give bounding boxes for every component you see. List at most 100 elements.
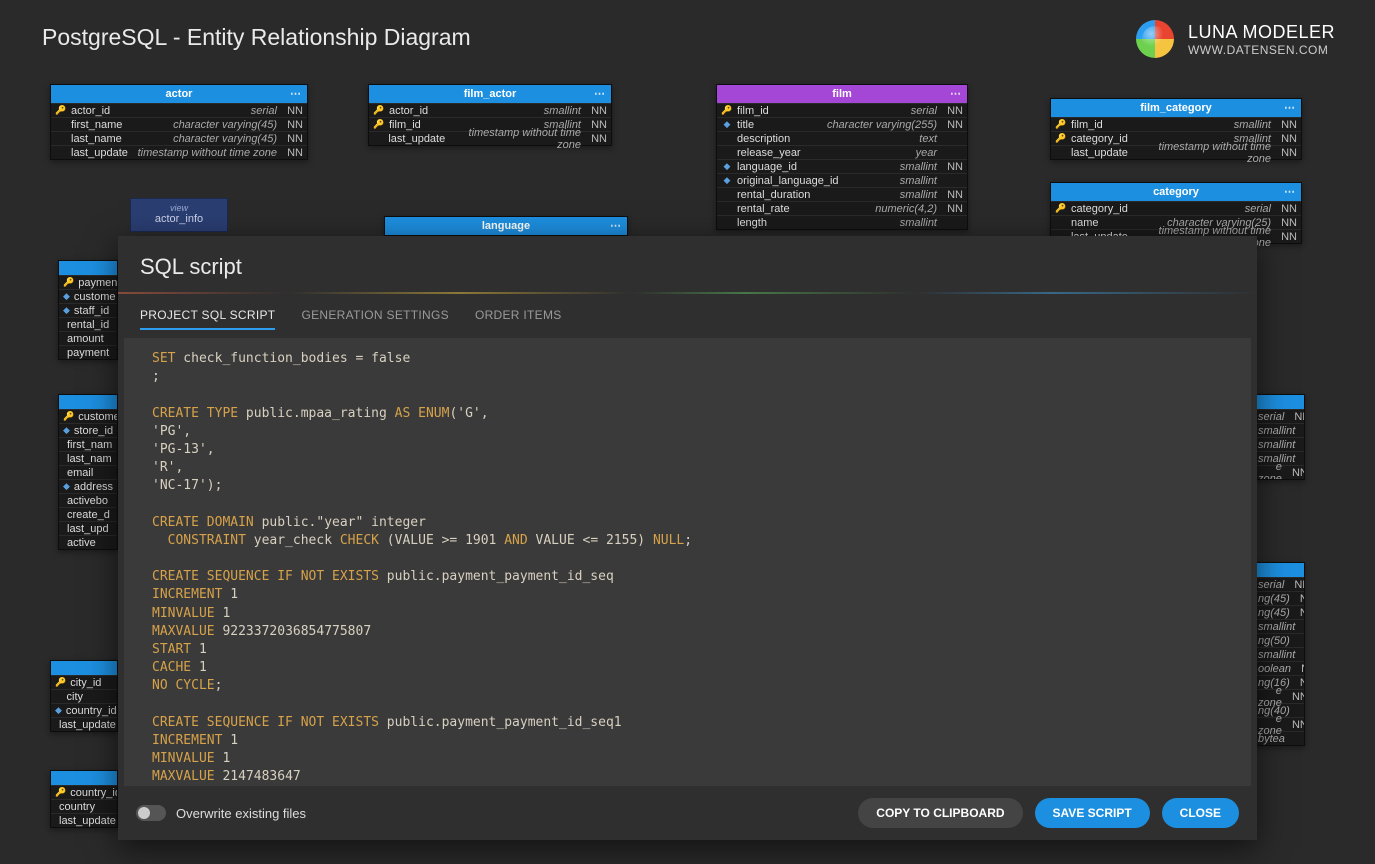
column-notnull: NN	[1299, 663, 1305, 675]
view-actor-info[interactable]: view actor_info	[130, 198, 228, 232]
table-row[interactable]: first_nam	[59, 437, 117, 451]
table-row[interactable]: activebo	[59, 493, 117, 507]
tab-generation-settings[interactable]: GENERATION SETTINGS	[301, 302, 449, 330]
sql-script-modal: SQL script PROJECT SQL SCRIPT GENERATION…	[118, 236, 1257, 840]
column-name: category_id	[1071, 203, 1128, 215]
copy-to-clipboard-button[interactable]: COPY TO CLIPBOARD	[858, 798, 1022, 828]
entity-country-partial[interactable]: 🔑country_idcountrylast_update	[50, 770, 118, 828]
tab-order-items[interactable]: ORDER ITEMS	[475, 302, 562, 330]
entity-header[interactable]: actor⋯	[51, 85, 307, 103]
table-row[interactable]: last_upd	[59, 521, 117, 535]
table-row[interactable]: ◆address	[59, 479, 117, 493]
column-type: smallint	[814, 189, 941, 201]
table-row[interactable]: payment	[59, 345, 117, 359]
table-row[interactable]: 🔑country_id	[51, 785, 117, 799]
table-row[interactable]: active	[59, 535, 117, 549]
entity-header[interactable]	[51, 661, 117, 675]
column-name: first_name	[71, 119, 122, 131]
table-row[interactable]: 🔑custome	[59, 409, 117, 423]
table-row[interactable]: ◆store_id	[59, 423, 117, 437]
table-row[interactable]: first_namecharacter varying(45)NN	[51, 117, 307, 131]
table-row[interactable]: 🔑city_id	[51, 675, 117, 689]
close-button[interactable]: CLOSE	[1162, 798, 1239, 828]
column-type: smallint	[801, 161, 941, 173]
table-row[interactable]: rental_ratenumeric(4,2)NN	[717, 201, 967, 215]
entity-header[interactable]	[59, 395, 117, 409]
table-row[interactable]: last_update	[51, 717, 117, 731]
table-row[interactable]: last_updatetimestamp without time zoneNN	[369, 131, 611, 145]
table-row[interactable]: 🔑actor_idsmallintNN	[369, 103, 611, 117]
table-row[interactable]: ◆language_idsmallintNN	[717, 159, 967, 173]
column-name: city	[67, 691, 84, 703]
entity-film-actor[interactable]: film_actor⋯ 🔑actor_idsmallintNN🔑film_ids…	[368, 84, 612, 146]
entity-header[interactable]	[59, 261, 117, 275]
table-row[interactable]: last_updatetimestamp without time zoneNN	[1051, 145, 1301, 159]
table-row[interactable]: country	[51, 799, 117, 813]
entity-customer-partial[interactable]: 🔑custome◆store_idfirst_namlast_namemail◆…	[58, 394, 118, 550]
table-row[interactable]: lengthsmallint	[717, 215, 967, 229]
table-row[interactable]: rental_durationsmallintNN	[717, 187, 967, 201]
foreign-key-icon: ◆	[63, 481, 70, 492]
table-row[interactable]: last_nam	[59, 451, 117, 465]
entity-actor[interactable]: actor⋯ 🔑actor_idserialNNfirst_namecharac…	[50, 84, 308, 160]
toggle-switch-icon[interactable]	[136, 805, 166, 821]
sql-code-text: SET check_function_bodies = false ; CREA…	[124, 338, 1251, 786]
column-type: e zone	[1258, 461, 1286, 481]
entity-category[interactable]: category⋯ 🔑category_idserialNNnamecharac…	[1050, 182, 1302, 244]
table-row[interactable]: ◆country_id	[51, 703, 117, 717]
table-row[interactable]: last_updatetimestamp without time zoneNN	[51, 145, 307, 159]
table-row[interactable]: create_d	[59, 507, 117, 521]
entity-header[interactable]: film_actor⋯	[369, 85, 611, 103]
entity-header[interactable]: category⋯	[1051, 183, 1301, 201]
table-row[interactable]: amount	[59, 331, 117, 345]
more-icon[interactable]: ⋯	[290, 87, 301, 100]
column-type: timestamp without time zone	[1132, 141, 1275, 165]
column-notnull: NN	[589, 105, 607, 117]
entity-payment-partial[interactable]: 🔑payment◆custome◆staff_idrental_idamount…	[58, 260, 118, 360]
table-row[interactable]: 🔑actor_idserialNN	[51, 103, 307, 117]
column-notnull: NN	[1298, 607, 1305, 619]
table-row[interactable]: email	[59, 465, 117, 479]
table-row[interactable]: last_namecharacter varying(45)NN	[51, 131, 307, 145]
entity-film-category[interactable]: film_category⋯ 🔑film_idsmallintNN🔑catego…	[1050, 98, 1302, 160]
column-type: smallint	[1107, 119, 1275, 131]
entity-header[interactable]: film⋯	[717, 85, 967, 103]
foreign-key-icon: ◆	[63, 305, 70, 316]
table-row[interactable]: 🔑film_idsmallintNN	[1051, 117, 1301, 131]
entity-language[interactable]: language⋯	[384, 216, 628, 236]
table-row[interactable]: 🔑payment	[59, 275, 117, 289]
column-notnull: NN	[1298, 677, 1305, 689]
column-type: bytea	[1258, 733, 1289, 745]
column-name: language_id	[737, 161, 797, 173]
table-row[interactable]: ◆custome	[59, 289, 117, 303]
table-row[interactable]: 🔑film_idserialNN	[717, 103, 967, 117]
more-icon[interactable]: ⋯	[950, 87, 961, 100]
table-row[interactable]: ◆staff_id	[59, 303, 117, 317]
column-name: actor_id	[71, 105, 110, 117]
entity-city-partial[interactable]: 🔑city_idcity◆country_idlast_update	[50, 660, 118, 732]
sql-code-area[interactable]: SET check_function_bodies = false ; CREA…	[124, 338, 1251, 786]
more-icon[interactable]: ⋯	[594, 87, 605, 100]
more-icon[interactable]: ⋯	[1284, 101, 1295, 114]
table-row[interactable]: 🔑category_idserialNN	[1051, 201, 1301, 215]
table-row[interactable]: release_yearyear	[717, 145, 967, 159]
more-icon[interactable]: ⋯	[610, 219, 621, 232]
erd-canvas[interactable]: PostgreSQL - Entity Relationship Diagram…	[0, 0, 1375, 864]
column-notnull: NN	[1292, 579, 1305, 591]
tab-project-sql-script[interactable]: PROJECT SQL SCRIPT	[140, 302, 275, 330]
column-name: last_upd	[67, 523, 109, 535]
table-row[interactable]: descriptiontext	[717, 131, 967, 145]
overwrite-toggle[interactable]: Overwrite existing files	[136, 805, 306, 821]
more-icon[interactable]: ⋯	[1284, 185, 1295, 198]
table-row[interactable]: ◆titlecharacter varying(255)NN	[717, 117, 967, 131]
entity-header[interactable]: film_category⋯	[1051, 99, 1301, 117]
page-title: PostgreSQL - Entity Relationship Diagram	[42, 24, 471, 51]
entity-film[interactable]: film⋯ 🔑film_idserialNN◆titlecharacter va…	[716, 84, 968, 230]
table-row[interactable]: city	[51, 689, 117, 703]
save-script-button[interactable]: SAVE SCRIPT	[1035, 798, 1150, 828]
table-row[interactable]: ◆original_language_idsmallint	[717, 173, 967, 187]
table-row[interactable]: rental_id	[59, 317, 117, 331]
table-row[interactable]: last_update	[51, 813, 117, 827]
entity-header[interactable]: language⋯	[385, 217, 627, 235]
entity-header[interactable]	[51, 771, 117, 785]
